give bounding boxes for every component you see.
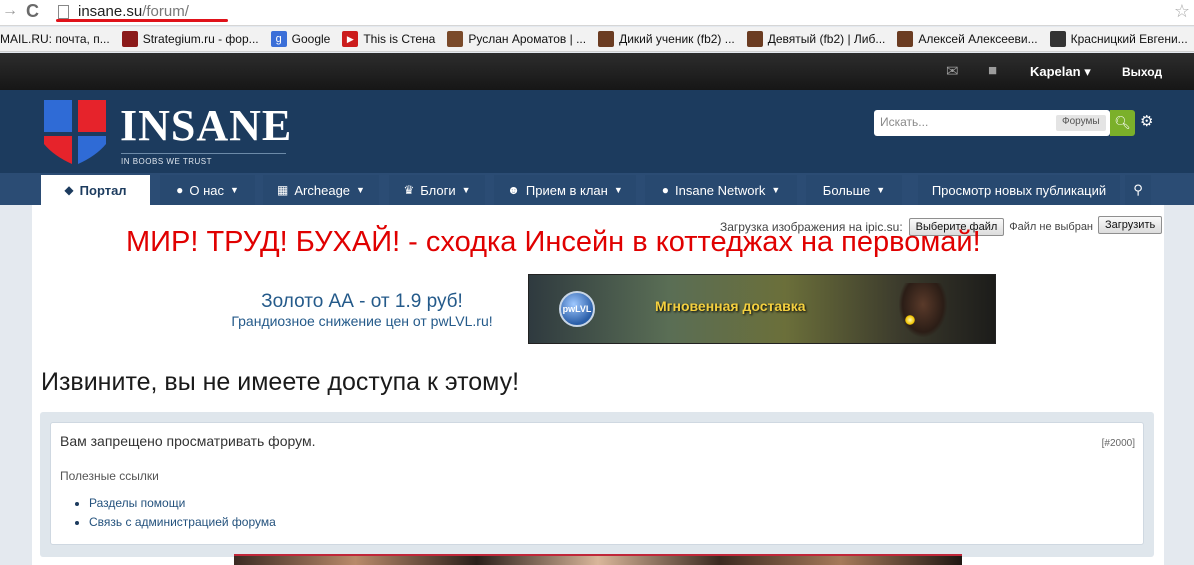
globe-icon: ● [661,183,669,197]
youtube-favicon-icon: ▶ [342,31,359,47]
list-item: Разделы помощи [89,496,276,510]
list-item: Связь с администрацией форума [89,515,276,529]
logout-link[interactable]: Выход [1122,65,1162,79]
ad-banner-image[interactable]: pwLVL Мгновенная доставка [528,274,996,344]
spark-icon [905,315,915,325]
tab-archeage[interactable]: ▦ Archeage ▼ [263,175,379,205]
back-arrow-icon[interactable]: → [2,2,18,20]
bookmark-krasnitsky[interactable]: Красницкий Евгени... [1049,31,1188,47]
book-favicon-icon [598,31,615,47]
book-favicon-icon [447,31,464,47]
tab-blogs[interactable]: ♛ Блоги ▼ [389,175,485,205]
url-underline [56,19,228,22]
error-box: Вам запрещено просматривать форум. [#200… [50,422,1144,545]
bottom-banner-image[interactable] [234,554,962,565]
book-favicon-icon [1049,31,1066,47]
site-header: INSANE IN BOOBS WE TRUST Искать... Форум… [0,90,1194,173]
tab-clan-join[interactable]: ☻ Прием в клан ▼ [494,175,636,205]
bookmark-ninth[interactable]: Девятый (fb2) | Либ... [746,31,885,47]
main-nav: ◆ Портал ● О нас ▼ ▦ Archeage ▼ ♛ Блоги ▼ ☻ Прие… [0,173,1194,205]
no-file-text: Файл не выбран [1009,221,1094,233]
useful-links-title: Полезные ссылки [60,469,159,483]
notifications-icon[interactable]: ■ [988,62,997,79]
ad-subtitle: Грандиозное снижение цен от pwLVL.ru! [231,313,493,329]
bookmark-ruslan[interactable]: Руслан Ароматов | ... [447,31,586,47]
page-icon [58,5,69,19]
trophy-icon: ♛ [403,183,415,197]
book-favicon-icon [897,31,914,47]
error-message: Вам запрещено просматривать форум. [60,433,316,449]
help-sections-link[interactable]: Разделы помощи [89,496,185,510]
warrior-figure-icon [899,283,947,337]
map-marker-icon[interactable]: ⚲ [1125,175,1151,205]
tab-portal[interactable]: ◆ Портал [41,175,150,205]
book-favicon-icon [746,31,763,47]
user-bar: ✉ ■ Kapelan ▾ Выход [0,53,1194,90]
useful-links-list: Разделы помощи Связь с администрацией фо… [75,496,276,534]
tab-more[interactable]: Больше ▼ [806,175,902,205]
page-title: Извините, вы не имеете доступа к этому! [41,368,520,396]
bookmark-aleksey[interactable]: Алексей Алексееви... [897,31,1038,47]
search-input[interactable]: Искать... Форумы [874,110,1110,136]
reload-icon[interactable]: C [26,1,39,22]
bookmark-strategium[interactable]: Strategium.ru - фор... [121,31,259,47]
tab-about[interactable]: ● О нас ▼ [160,175,255,205]
search-settings-gear-icon[interactable]: ⚙ [1140,112,1153,130]
ad-title: Золото АА - от 1.9 руб! [261,291,463,312]
messages-icon[interactable]: ✉ [946,62,959,80]
chevron-down-icon: ▼ [461,185,471,195]
url-text: insane.su/forum/ [78,3,189,20]
chevron-down-icon: ▼ [229,185,239,195]
search-placeholder: Искать... [880,115,929,129]
username-menu[interactable]: Kapelan ▾ [1030,64,1091,80]
upload-submit-button[interactable]: Загрузить [1098,216,1163,234]
bookmark-google[interactable]: g Google [270,31,330,47]
ad-text-block[interactable]: Золото АА - от 1.9 руб! Грандиозное сниж… [192,291,532,329]
globe-icon: ● [176,183,184,197]
chevron-down-icon: ▼ [876,185,886,195]
bookmarks-bar: MAIL.RU: почта, п... Strategium.ru - фор… [0,27,1194,52]
chevron-down-icon: ▼ [771,185,781,195]
shield-icon: ◆ [64,183,74,197]
search-button[interactable]: 🔍︎ [1110,110,1135,136]
content-area: Загрузка изображения на ipic.su: Выберит… [32,205,1164,565]
announcement-banner[interactable]: МИР! ТРУД! БУХАЙ! - сходка Инсейн в котт… [126,226,981,259]
pwlvl-logo-icon: pwLVL [559,291,595,327]
logo-tagline: IN BOOBS WE TRUST [121,153,286,166]
tab-insane-network[interactable]: ● Insane Network ▼ [645,175,797,205]
chevron-down-icon: ▼ [613,185,623,195]
error-panel: Вам запрещено просматривать форум. [#200… [40,412,1154,557]
bookmark-youtube[interactable]: ▶ This is Стена [342,31,435,47]
strategium-favicon-icon [121,31,138,47]
grid-icon: ▦ [277,183,289,197]
bookmark-mailru[interactable]: MAIL.RU: почта, п... [0,32,110,46]
bookmark-wild-student[interactable]: Дикий ученик (fb2) ... [598,31,735,47]
ad-banner-text: Мгновенная доставка [655,298,806,314]
contact-admin-link[interactable]: Связь с администрацией форума [89,515,276,529]
tab-new-content[interactable]: Просмотр новых публикаций [918,175,1120,205]
search-icon: 🔍︎ [1114,115,1131,130]
google-favicon-icon: g [270,31,287,47]
people-icon: ☻ [507,183,520,197]
logo-text[interactable]: INSANE [120,100,292,151]
browser-address-bar: → C insane.su/forum/ ☆ [0,0,1194,26]
chevron-down-icon: ▼ [356,185,365,195]
logo-shield-icon[interactable] [42,94,108,166]
search-scope-button[interactable]: Форумы [1056,115,1106,131]
error-code: [#2000] [1101,438,1135,449]
bookmark-star-icon[interactable]: ☆ [1174,1,1190,22]
